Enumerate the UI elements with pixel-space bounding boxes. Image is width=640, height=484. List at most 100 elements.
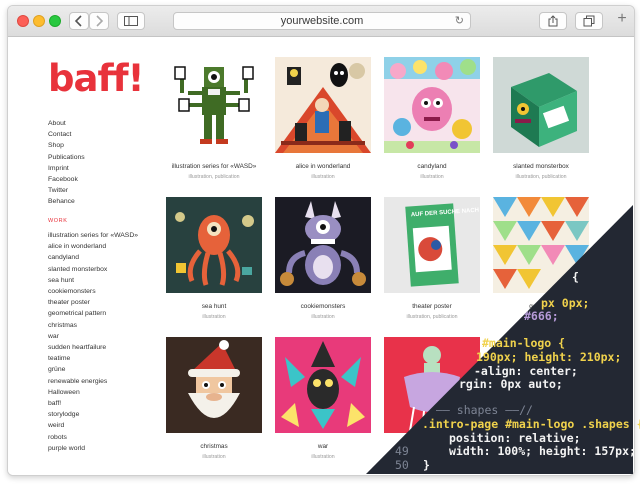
code-line: -align: center; — [474, 364, 578, 378]
project-tags: illustration — [311, 314, 335, 320]
project-caption[interactable]: sea hunt — [166, 303, 262, 310]
code-line: position: relative; — [449, 431, 581, 445]
browser-window: yourwebsite.com ↻ + baff! About Contact … — [7, 5, 635, 476]
work-link[interactable]: candyland — [48, 252, 138, 263]
project-tile-war[interactable]: war illustration — [275, 337, 371, 460]
project-caption[interactable]: alice in wonderland — [275, 163, 371, 170]
nav-link[interactable]: Twitter — [48, 185, 85, 196]
work-link[interactable]: slanted monsterbox — [48, 264, 138, 275]
site-logo[interactable]: baff! — [48, 57, 145, 100]
work-link[interactable]: purple world — [48, 443, 138, 454]
code-line: } — [423, 458, 430, 472]
project-tile-sea-hunt[interactable]: sea hunt illustration — [166, 197, 262, 320]
forward-button[interactable] — [89, 12, 109, 30]
project-thumbnail[interactable] — [166, 57, 262, 153]
project-tile-theater-poster[interactable]: AUF DER SUCHE NACH theater poster illust… — [384, 197, 480, 320]
project-tags: illustration, publication — [406, 314, 458, 320]
work-link[interactable]: war — [48, 331, 138, 342]
work-list: illustration series for «WASD» alice in … — [48, 230, 138, 454]
work-link[interactable]: sudden heartfailure — [48, 342, 138, 353]
project-tags: illustration — [311, 174, 335, 180]
work-link[interactable]: grüne — [48, 364, 138, 375]
code-line: #main-logo { — [482, 336, 566, 350]
nav-link[interactable]: Imprint — [48, 163, 85, 174]
new-tab-button[interactable]: + — [614, 11, 630, 28]
reload-icon[interactable]: ↻ — [455, 14, 464, 27]
work-link[interactable]: alice in wonderland — [48, 241, 138, 252]
work-link[interactable]: storylodge — [48, 409, 138, 420]
project-tile-alice[interactable]: alice in wonderland illustration — [275, 57, 371, 180]
chevron-right-icon — [96, 15, 104, 27]
work-link[interactable]: renewable energies — [48, 376, 138, 387]
project-tags: illustration, publication — [515, 174, 567, 180]
project-tile-cookiemonsters[interactable]: cookiemonsters illustration — [275, 197, 371, 320]
close-window-button[interactable] — [17, 15, 29, 27]
browser-toolbar: yourwebsite.com ↻ + — [8, 6, 634, 37]
code-brace-top: { — [572, 270, 579, 284]
work-link[interactable]: sea hunt — [48, 275, 138, 286]
code-line: px 0px; — [541, 296, 590, 310]
project-tile-christmas[interactable]: christmas illustration — [166, 337, 262, 460]
project-tile-monsterbox[interactable]: slanted monsterbox illustration, publica… — [493, 57, 589, 180]
code-comment: —— shapes ——// — [436, 403, 533, 417]
project-tile-wasd[interactable]: illustration series for «WASD» illustrat… — [166, 57, 262, 180]
back-button[interactable] — [69, 12, 89, 30]
web-page: baff! About Contact Shop Publications Im… — [8, 37, 634, 475]
work-link[interactable]: baff! — [48, 398, 138, 409]
project-thumbnail[interactable] — [275, 197, 371, 293]
address-bar[interactable]: yourwebsite.com ↻ — [173, 12, 471, 30]
sidebar-button[interactable] — [117, 12, 145, 30]
project-thumbnail[interactable] — [384, 57, 480, 153]
sidebar-icon — [124, 16, 138, 26]
work-link[interactable]: Halloween — [48, 387, 138, 398]
project-thumbnail[interactable] — [166, 197, 262, 293]
nav-link[interactable]: Facebook — [48, 174, 85, 185]
project-caption[interactable]: illustration series for «WASD» — [166, 163, 262, 170]
code-line-number: 49 — [395, 444, 409, 458]
code-line: rgin: 0px auto; — [459, 377, 563, 391]
url-text: yourwebsite.com — [280, 15, 364, 27]
work-link[interactable]: geometrical pattern — [48, 308, 138, 319]
project-caption[interactable]: cookiemonsters — [275, 303, 371, 310]
project-tags: illustration, publication — [188, 174, 240, 180]
code-line: 190px; height: 210px; — [476, 350, 622, 364]
work-link[interactable]: cookiemonsters — [48, 286, 138, 297]
minimize-window-button[interactable] — [33, 15, 45, 27]
project-caption[interactable]: slanted monsterbox — [493, 163, 589, 170]
project-tags: illustration — [420, 174, 444, 180]
project-caption[interactable]: war — [275, 443, 371, 450]
site-nav: About Contact Shop Publications Imprint … — [48, 118, 85, 208]
share-icon — [548, 15, 558, 27]
code-line-number: 50 — [395, 458, 409, 472]
work-link[interactable]: christmas — [48, 320, 138, 331]
project-thumbnail[interactable] — [275, 57, 371, 153]
nav-link[interactable]: Behance — [48, 196, 85, 207]
work-link[interactable]: teatime — [48, 353, 138, 364]
nav-link[interactable]: Publications — [48, 152, 85, 163]
zoom-window-button[interactable] — [49, 15, 61, 27]
share-button[interactable] — [539, 12, 567, 30]
work-heading: WORK — [48, 218, 68, 224]
code-line: width: 100%; height: 157px; — [449, 444, 636, 458]
project-tags: illustration — [202, 454, 226, 460]
project-caption[interactable]: candyland — [384, 163, 480, 170]
project-thumbnail[interactable]: AUF DER SUCHE NACH — [384, 197, 480, 293]
work-link[interactable]: weird — [48, 420, 138, 431]
project-thumbnail[interactable] — [166, 337, 262, 433]
nav-link[interactable]: About — [48, 118, 85, 129]
work-link[interactable]: theater poster — [48, 297, 138, 308]
project-caption[interactable]: theater poster — [384, 303, 480, 310]
chevron-left-icon — [74, 15, 82, 27]
work-link[interactable]: illustration series for «WASD» — [48, 230, 138, 241]
project-tile-candyland[interactable]: candyland illustration — [384, 57, 480, 180]
nav-link[interactable]: Contact — [48, 129, 85, 140]
nav-link[interactable]: Shop — [48, 140, 85, 151]
work-link[interactable]: robots — [48, 432, 138, 443]
project-thumbnail[interactable] — [493, 57, 589, 153]
tabs-button[interactable] — [575, 12, 603, 30]
code-line: .intro-page #main-logo .shapes { — [422, 417, 640, 431]
project-tags: illustration — [311, 454, 335, 460]
project-caption[interactable]: christmas — [166, 443, 262, 450]
project-thumbnail[interactable] — [275, 337, 371, 433]
code-line: #666; — [524, 309, 559, 323]
